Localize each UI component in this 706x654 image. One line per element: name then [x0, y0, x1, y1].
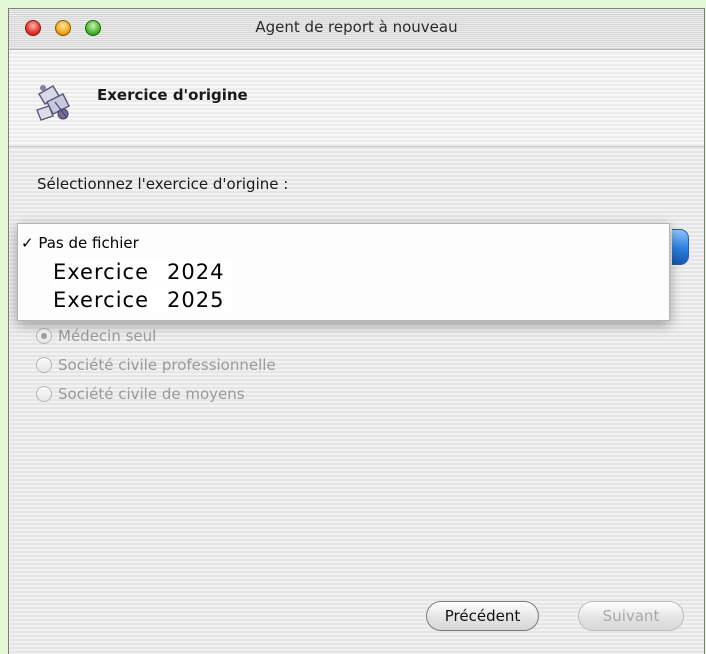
radio-label: Société civile professionnelle [58, 356, 276, 374]
menu-item-year: 2024 [167, 260, 225, 284]
menu-item-pas-de-fichier[interactable]: ✓ Pas de fichier [21, 234, 139, 252]
menu-item-word: Exercice [53, 260, 149, 284]
radio-option-scm[interactable]: Société civile de moyens [36, 385, 245, 403]
menu-item-exercice-2024[interactable]: Exercice 2024 [53, 259, 233, 285]
menu-item-label: Pas de fichier [38, 234, 139, 252]
source-year-popup-menu: ✓ Pas de fichier Exercice 2024 Exercice 20… [17, 223, 670, 321]
window-title: Agent de report à nouveau [255, 18, 458, 36]
radio-label: Société civile de moyens [58, 385, 245, 403]
menu-item-year: 2025 [167, 288, 225, 312]
next-button[interactable]: Suivant [578, 601, 684, 631]
menu-item-word: Exercice [53, 288, 149, 312]
radio-button[interactable] [36, 357, 52, 373]
popup-button-edge[interactable] [672, 229, 689, 265]
title-bar[interactable]: Agent de report à nouveau [9, 9, 704, 50]
step-header: Exercice d'origine [9, 50, 704, 147]
radio-label: Médecin seul [58, 327, 157, 345]
previous-button[interactable]: Précédent [426, 601, 539, 631]
assistant-sheets-icon [36, 85, 70, 121]
window: Agent de report à nouveau Exercice d'ori… [8, 8, 705, 654]
radio-option-scp[interactable]: Société civile professionnelle [36, 356, 276, 374]
checkmark-icon: ✓ [21, 234, 34, 252]
step-title: Exercice d'origine [97, 86, 248, 104]
radio-option-medecin-seul[interactable]: Médecin seul [36, 327, 156, 345]
radio-button-selected[interactable] [36, 328, 52, 344]
menu-item-exercice-2025[interactable]: Exercice 2025 [53, 287, 233, 313]
radio-button[interactable] [36, 386, 52, 402]
source-year-prompt: Sélectionnez l'exercice d'origine : [37, 175, 289, 193]
